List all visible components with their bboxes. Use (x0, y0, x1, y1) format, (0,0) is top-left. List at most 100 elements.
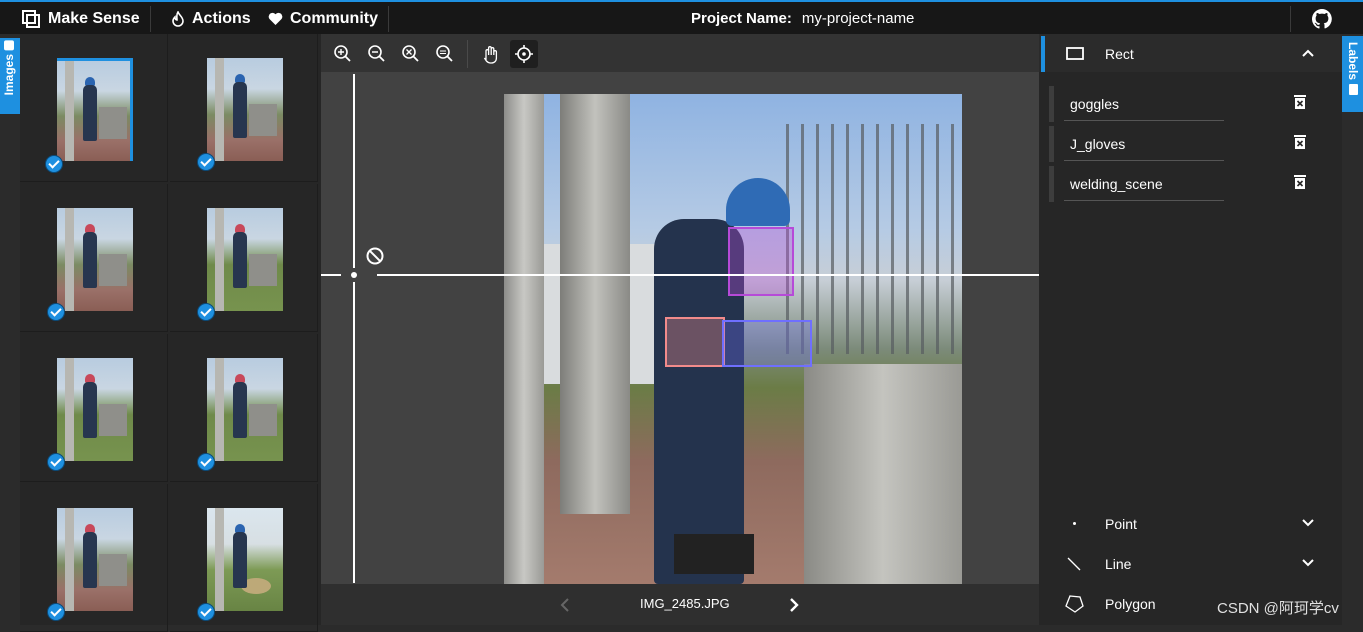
zoom-in-icon[interactable] (329, 40, 357, 68)
image-thumbnails-panel (20, 34, 321, 632)
point-icon (1073, 522, 1076, 525)
thumbnail-item[interactable] (20, 484, 168, 632)
editor-toolbar (321, 34, 1039, 72)
labels-tab[interactable]: Labels (1342, 36, 1363, 112)
rect-label-title: Rect (1105, 46, 1134, 62)
github-icon[interactable] (1312, 9, 1332, 29)
checkmark-icon (197, 603, 215, 621)
chevron-down-icon[interactable] (1301, 516, 1315, 530)
bbox-goggles[interactable] (728, 227, 794, 296)
divider (467, 40, 468, 68)
chevron-up-icon[interactable] (1301, 46, 1315, 60)
label-color-bar (1049, 126, 1054, 162)
label-name[interactable]: J_gloves (1070, 136, 1125, 152)
thumbnail-image[interactable] (57, 508, 133, 611)
point-label-title: Point (1105, 516, 1137, 532)
label-name[interactable]: goggles (1070, 96, 1119, 112)
cursor-crosshair-horizontal (321, 274, 1039, 276)
delete-label-icon[interactable] (1293, 174, 1307, 190)
line-label-section[interactable]: Line (1039, 544, 1342, 584)
thumbnail-item[interactable] (170, 484, 318, 632)
point-label-section[interactable]: Point (1039, 504, 1342, 544)
label-underline (1064, 120, 1224, 121)
polygon-icon (1065, 595, 1084, 613)
thumbnail-image[interactable] (207, 508, 283, 611)
community-menu[interactable]: Community (268, 8, 378, 30)
photo-metal-cabinet (804, 364, 962, 584)
not-allowed-cursor-icon (366, 247, 384, 265)
polygon-label-title: Polygon (1105, 596, 1156, 612)
label-color-bar (1049, 86, 1054, 122)
labels-tab-label: Labels (1346, 42, 1360, 81)
community-menu-label: Community (290, 10, 378, 27)
previous-image-icon[interactable] (559, 597, 571, 613)
thumbnail-item[interactable] (20, 334, 168, 482)
rectangle-icon (1066, 47, 1084, 60)
make-sense-logo-icon (22, 10, 40, 28)
delete-label-icon[interactable] (1293, 134, 1307, 150)
chevron-down-icon[interactable] (1301, 556, 1315, 570)
thumbnail-item[interactable] (20, 34, 168, 182)
actions-menu[interactable]: Actions (171, 8, 251, 30)
label-underline (1064, 160, 1224, 161)
rect-label-header[interactable]: Rect (1039, 34, 1342, 72)
bbox-welding-scene[interactable] (722, 320, 812, 367)
annotated-photo[interactable] (504, 94, 962, 584)
cursor-crosshair-vertical (353, 74, 355, 583)
thumbnail-item[interactable] (170, 34, 318, 182)
thumbnail-image[interactable] (57, 358, 133, 461)
divider (388, 6, 389, 32)
thumbnail-image[interactable] (207, 358, 283, 461)
current-image-filename: IMG_2485.JPG (640, 596, 730, 611)
checkmark-icon (197, 153, 215, 171)
label-row-j-gloves[interactable]: J_gloves (1049, 126, 1306, 162)
delete-label-icon[interactable] (1293, 94, 1307, 110)
checkmark-icon (47, 603, 65, 621)
zoom-out-icon[interactable] (363, 40, 391, 68)
label-row-welding-scene[interactable]: welding_scene (1049, 166, 1306, 202)
label-name[interactable]: welding_scene (1070, 176, 1163, 192)
labels-panel: Rect goggles J_gloves welding_scene Poin… (1039, 34, 1342, 625)
pan-hand-icon[interactable] (476, 40, 504, 68)
crosshair-icon[interactable] (510, 40, 538, 68)
thumbnail-item[interactable] (20, 184, 168, 332)
checkmark-icon (197, 453, 215, 471)
thumbnail-image[interactable] (207, 58, 283, 161)
next-image-icon[interactable] (788, 597, 800, 613)
photo-pole (504, 94, 544, 584)
clipboard-icon (1348, 84, 1358, 96)
images-tab[interactable]: Images (0, 38, 20, 114)
cursor-crosshair-gap (341, 268, 377, 282)
checkmark-icon (45, 155, 63, 173)
thumbnail-image[interactable] (57, 58, 133, 161)
label-underline (1064, 200, 1224, 201)
thumbnail-image[interactable] (57, 208, 133, 311)
label-color-bar (1049, 166, 1054, 202)
camera-icon (4, 40, 14, 50)
photo-shoes (674, 534, 754, 574)
line-label-title: Line (1105, 556, 1132, 572)
heart-icon (268, 12, 283, 25)
divider (150, 6, 151, 32)
checkmark-icon (47, 303, 65, 321)
thumbnail-image[interactable] (207, 208, 283, 311)
project-name-value[interactable]: my-project-name (802, 10, 915, 27)
photo-pole (560, 94, 630, 514)
top-navigation-bar: Make Sense Actions Community Project Nam… (0, 0, 1363, 34)
brand[interactable]: Make Sense (22, 8, 140, 30)
zoom-fit-icon[interactable] (397, 40, 425, 68)
divider (1290, 6, 1291, 32)
thumbnail-item[interactable] (170, 334, 318, 482)
csdn-watermark: CSDN @阿珂学cv (1217, 600, 1339, 617)
actions-menu-label: Actions (192, 10, 251, 27)
brand-title: Make Sense (48, 10, 140, 27)
checkmark-icon (197, 303, 215, 321)
bbox-j-gloves[interactable] (665, 317, 725, 367)
project-name-label: Project Name: (691, 10, 792, 27)
cursor-crosshair-center (351, 272, 357, 278)
images-tab-label: Images (2, 54, 16, 96)
label-row-goggles[interactable]: goggles (1049, 86, 1306, 122)
zoom-actual-icon[interactable] (431, 40, 459, 68)
line-icon (1067, 557, 1081, 571)
thumbnail-item[interactable] (170, 184, 318, 332)
